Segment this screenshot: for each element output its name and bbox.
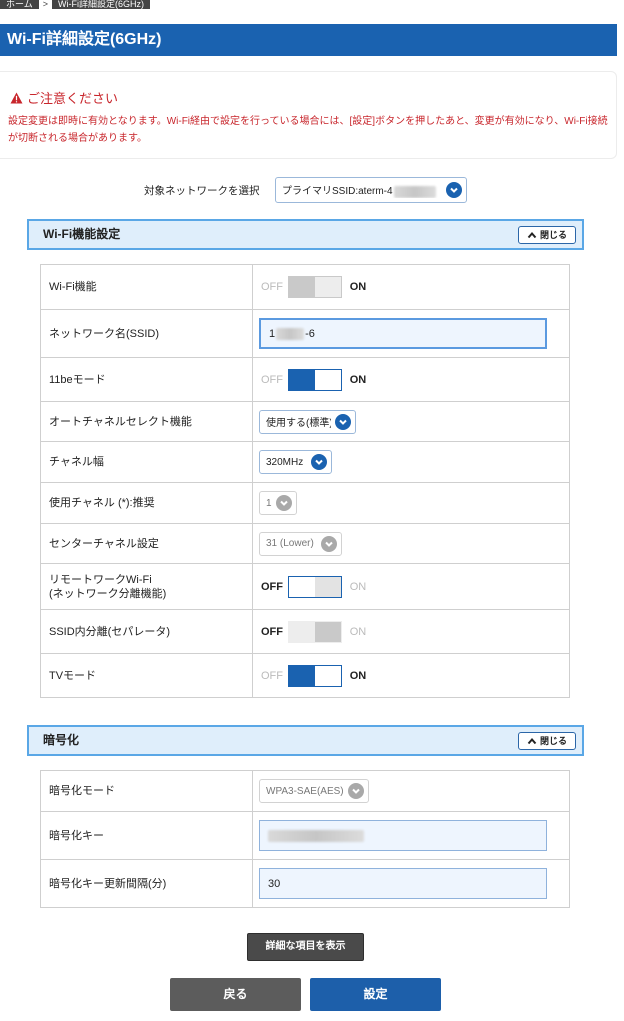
ssid-separator-toggle[interactable]: OFF ON [259, 620, 569, 643]
channel-select: 1 [259, 491, 297, 515]
auto-channel-label: オートチャネルセレクト機能 [40, 401, 253, 442]
network-select-value: プライマリSSID:aterm-4 [282, 182, 442, 198]
table-row: 使用チャネル (*):推奨 1 [40, 482, 570, 524]
network-select-row: 対象ネットワークを選択 プライマリSSID:aterm-4 [0, 176, 617, 204]
wifi-function-label: Wi-Fi機能 [40, 264, 253, 310]
ssid-separator-label: SSID内分離(セパレータ) [40, 609, 253, 654]
table-row: センターチャネル設定 31 (Lower) [40, 523, 570, 564]
mode11be-toggle[interactable]: OFF ON [259, 368, 569, 391]
table-row: 11beモード OFF ON [40, 357, 570, 402]
table-row: リモートワークWi-Fi (ネットワーク分離機能) OFF ON [40, 563, 570, 610]
toggle-track [288, 368, 342, 391]
toggle-track [288, 276, 342, 298]
toggle-track [288, 620, 342, 643]
encryption-section-header: 暗号化 閉じる [27, 725, 584, 756]
table-row: SSID内分離(セパレータ) OFF ON [40, 609, 570, 654]
encryption-section-collapse-button[interactable]: 閉じる [518, 732, 576, 750]
table-row: TVモード OFF ON [40, 653, 570, 698]
notice-header: ご注意ください [10, 88, 118, 107]
back-button[interactable]: 戻る [170, 978, 301, 1011]
auto-channel-select[interactable]: 使用する(標準) [259, 409, 356, 434]
encryption-mode-label: 暗号化モード [40, 770, 253, 812]
toggle-track [288, 575, 342, 598]
set-button[interactable]: 設定 [310, 978, 441, 1011]
center-channel-label: センターチャネル設定 [40, 523, 253, 564]
center-channel-select: 31 (Lower) [259, 531, 342, 556]
table-row: オートチャネルセレクト機能 使用する(標準) [40, 401, 570, 442]
channel-width-label: チャネル幅 [40, 441, 253, 483]
table-row: 暗号化キー更新間隔(分) 30 [40, 859, 570, 908]
table-row: 暗号化モード WPA3-SAE(AES) [40, 770, 570, 812]
chevron-down-icon [321, 535, 337, 552]
table-row: チャネル幅 320MHz [40, 441, 570, 483]
chevron-up-icon [527, 231, 537, 239]
breadcrumb: ホーム > Wi-Fi詳細設定(6GHz) [0, 0, 150, 9]
notice-box: ご注意ください 設定変更は即時に有効となります。Wi-Fi経由で設定を行っている… [0, 71, 617, 159]
chevron-down-icon [335, 413, 351, 430]
show-detail-button[interactable]: 詳細な項目を表示 [247, 933, 364, 961]
encryption-key-label: 暗号化キー [40, 811, 253, 860]
toggle-track [288, 664, 342, 687]
table-row: 暗号化キー [40, 811, 570, 860]
wifi-section-title: Wi-Fi機能設定 [43, 227, 121, 241]
ssid-input[interactable]: 1 -6 [259, 318, 547, 349]
warning-icon [10, 92, 23, 103]
notice-title: ご注意ください [27, 91, 119, 106]
wifi-section-collapse-button[interactable]: 閉じる [518, 226, 576, 244]
table-row: Wi-Fi機能 OFF ON [40, 264, 570, 310]
channel-width-select[interactable]: 320MHz [259, 450, 332, 474]
encryption-key-input[interactable] [259, 820, 547, 851]
channel-label: 使用チャネル (*):推奨 [40, 482, 253, 524]
wifi-function-toggle[interactable]: OFF ON [259, 276, 569, 298]
mode11be-label: 11beモード [40, 357, 253, 402]
encryption-section-title: 暗号化 [43, 733, 80, 747]
encryption-settings-table: 暗号化モード WPA3-SAE(AES) 暗号化キー 暗号化キー更新間隔(分) … [40, 770, 570, 908]
remote-work-toggle[interactable]: OFF ON [259, 575, 569, 598]
page-title: Wi-Fi詳細設定(6GHz) [0, 24, 617, 56]
breadcrumb-current: Wi-Fi詳細設定(6GHz) [52, 0, 150, 9]
chevron-down-icon [348, 783, 364, 799]
network-select-label: 対象ネットワークを選択 [144, 185, 260, 197]
notice-text: 設定変更は即時に有効となります。Wi-Fi経由で設定を行っている場合には、[設定… [8, 116, 608, 144]
network-select[interactable]: プライマリSSID:aterm-4 [275, 177, 467, 203]
remote-work-label: リモートワークWi-Fi (ネットワーク分離機能) [40, 563, 253, 610]
wifi-section-header: Wi-Fi機能設定 閉じる [27, 219, 584, 250]
breadcrumb-separator: > [42, 0, 48, 9]
chevron-up-icon [527, 737, 537, 745]
tv-mode-label: TVモード [40, 653, 253, 698]
chevron-down-icon [446, 182, 462, 198]
chevron-down-icon [276, 495, 292, 511]
table-row: ネットワーク名(SSID) 1 -6 [40, 309, 570, 358]
breadcrumb-home[interactable]: ホーム [0, 0, 39, 9]
encryption-mode-select: WPA3-SAE(AES) [259, 779, 369, 803]
ssid-label: ネットワーク名(SSID) [40, 309, 253, 358]
key-interval-label: 暗号化キー更新間隔(分) [40, 859, 253, 908]
key-interval-input[interactable]: 30 [259, 868, 547, 899]
tv-mode-toggle[interactable]: OFF ON [259, 664, 569, 687]
chevron-down-icon [311, 454, 327, 470]
wifi-settings-table: Wi-Fi機能 OFF ON ネットワーク名(SSID) 1 -6 11beモード… [40, 264, 570, 698]
